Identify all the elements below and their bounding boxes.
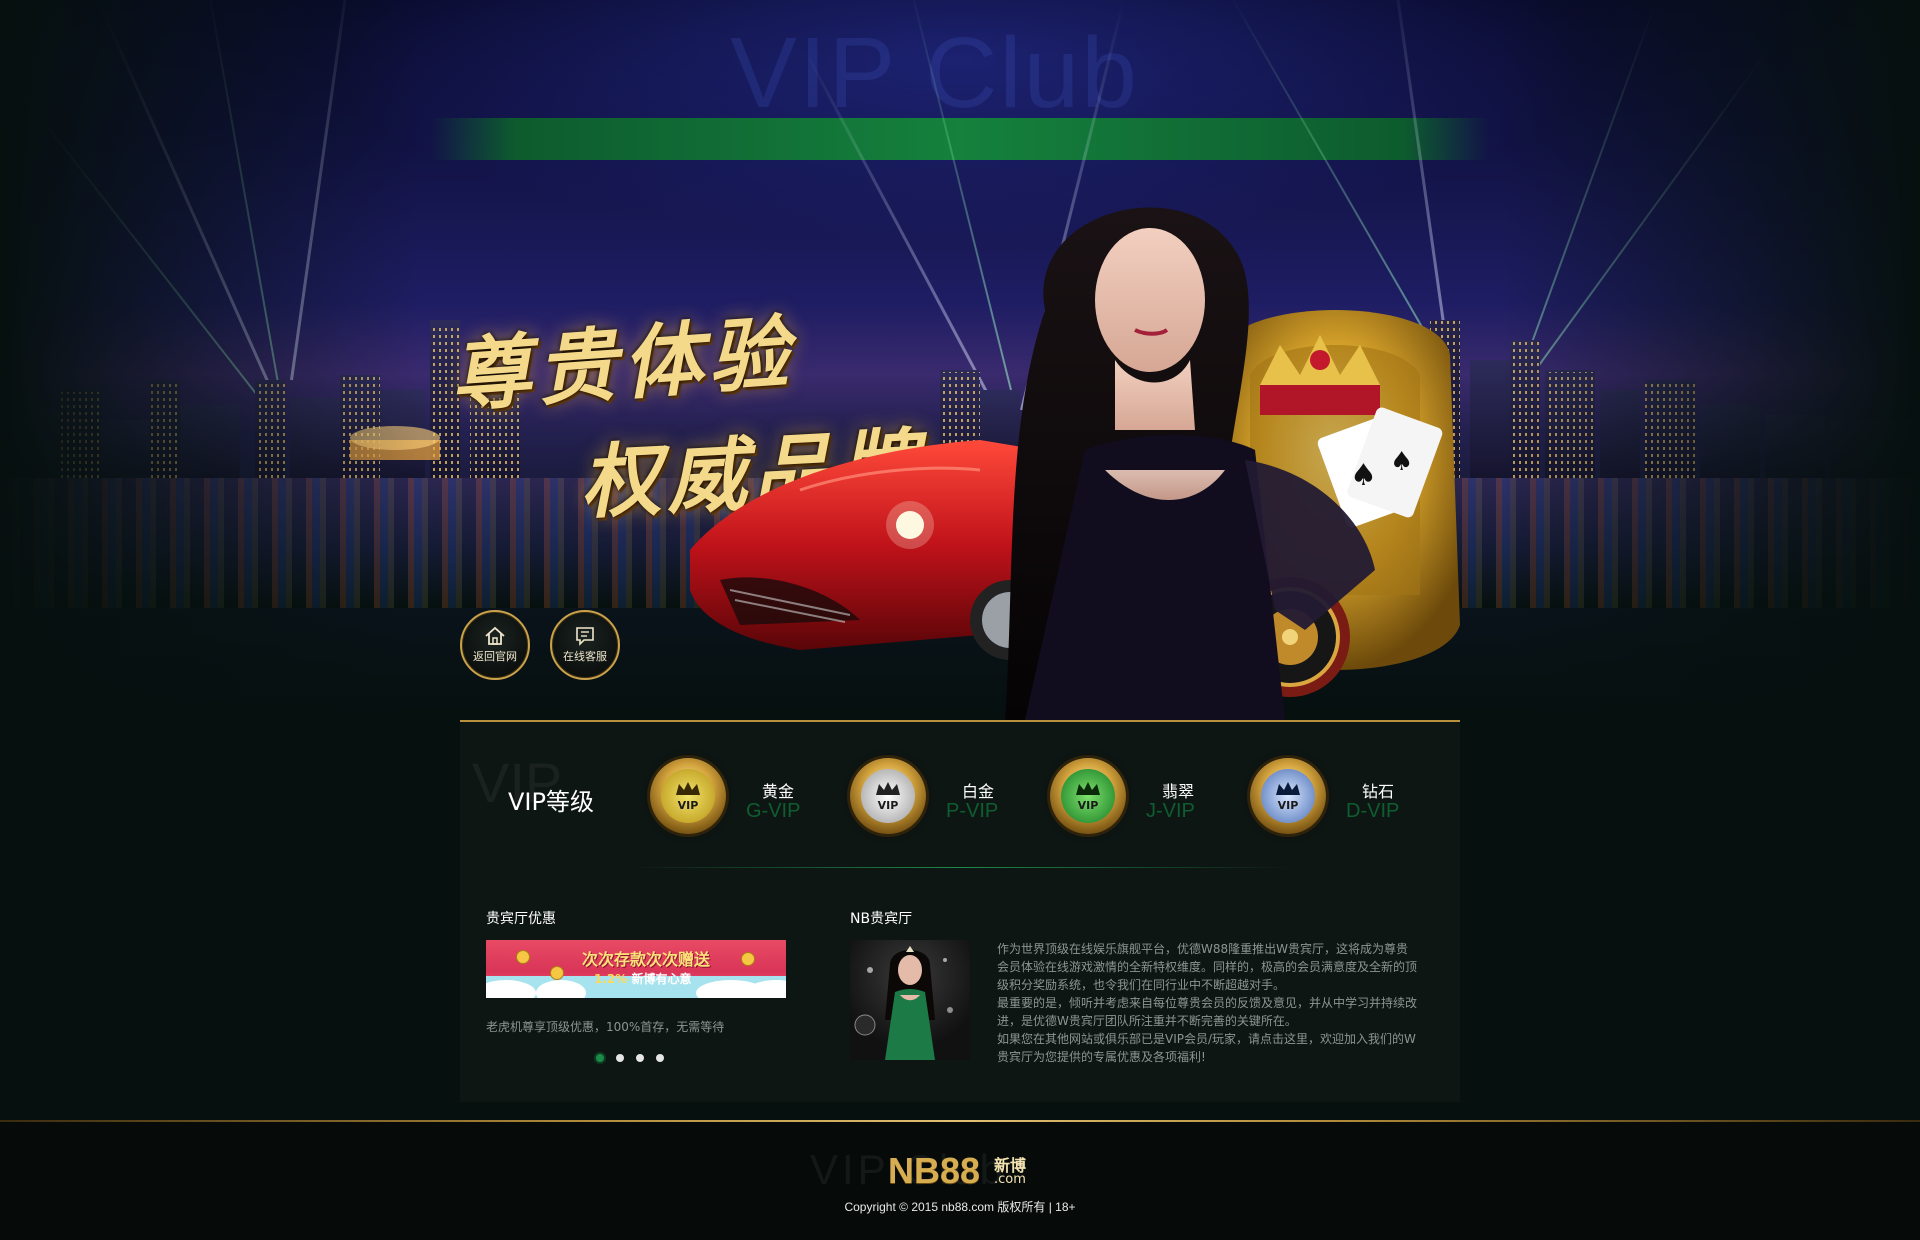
back-to-homepage-label: 返回官网 [473,650,517,663]
crown-icon [676,781,700,795]
tier-jade[interactable]: VIP 翡翠 J-VIP [1050,758,1210,842]
tier-diamond[interactable]: VIP 钻石 D-VIP [1250,758,1410,842]
promo-banner[interactable]: 次次存款次次赠送 1.2% 新博有心意 [486,940,786,998]
online-service-label: 在线客服 [563,650,607,663]
badge-vip-text: VIP [1077,798,1099,812]
footer: VIP Club NB88 新博 .com Copyright © 2015 n… [0,1122,1920,1240]
back-to-homepage-button[interactable]: 返回官网 [460,610,530,680]
jade-vip-badge: VIP [1050,758,1126,834]
tier-code: G-VIP [746,800,801,822]
promo-banner-headline: 次次存款次次赠送 [582,950,711,969]
carousel-dot-4[interactable] [656,1054,664,1062]
hall-photo [850,940,970,1060]
badge-vip-text: VIP [677,798,699,812]
tier-name: 钻石 [1362,782,1395,801]
tier-code: J-VIP [1146,800,1195,822]
promo-banner-rate: 1.2% [594,972,628,986]
model-in-green-dress-image [854,946,953,1060]
carousel-dot-2[interactable] [616,1054,624,1062]
vip-level-title: VIP等级 [508,788,594,816]
vip-panel: VIP VIP等级 VIP 黄金 G-VIP VIP 白金 P-VIP VIP [460,720,1460,1102]
gold-vip-badge: VIP [650,758,726,834]
platinum-vip-badge: VIP [850,758,926,834]
carousel-dots [596,1054,664,1062]
tier-code: D-VIP [1346,800,1400,822]
badge-vip-text: VIP [1277,798,1299,812]
tier-code: P-VIP [946,800,999,822]
carousel-dot-3[interactable] [636,1054,644,1062]
promo-banner-slogan: 新博有心意 [631,972,692,986]
chat-icon [576,627,594,646]
badge-vip-text: VIP [877,798,899,812]
hall-paragraph: 如果您在其他网站或俱乐部已是VIP会员/玩家，请点击这里，欢迎加入我们的W贵宾厅… [997,1032,1416,1064]
tier-name: 白金 [962,782,995,801]
tier-name: 翡翠 [1162,782,1195,801]
promo-caption: 老虎机尊享顶级优惠，100%首存，无需等待 [486,1020,725,1034]
hall-paragraph: 作为世界顶级在线娱乐旗舰平台，优德W88隆重推出W贵宾厅，这将成为尊贵会员体验在… [997,942,1418,992]
tier-gold[interactable]: VIP 黄金 G-VIP [650,758,810,842]
model-figure [1005,207,1375,720]
hall-paragraph: 最重要的是，倾听并考虑来自每位尊贵会员的反馈及意见，并从中学习并持续改进，是优德… [997,996,1418,1028]
home-icon [485,626,505,645]
promo-section-title: 贵宾厅优惠 [486,911,556,927]
hall-description: 作为世界顶级在线娱乐旗舰平台，优德W88隆重推出W贵宾厅，这将成为尊贵会员体验在… [997,940,1417,1066]
tier-name: 黄金 [762,782,795,801]
diamond-vip-badge: VIP [1250,758,1326,834]
promo-banner-subline: 1.2% 新博有心意 [594,970,691,987]
footer-logo-domain: .com [994,1172,1026,1187]
hero-banner: VIP Club 尊贵体验 权威品牌 ♠ ♠ 返回官网 在线客服 [0,0,1920,720]
online-service-button[interactable]: 在线客服 [550,610,620,680]
footer-logo[interactable]: NB88 [888,1150,980,1192]
copyright-text: Copyright © 2015 nb88.com 版权所有 | 18+ [844,1200,1076,1214]
hero-green-bar [430,118,1490,160]
crown-icon [876,781,900,795]
tier-platinum[interactable]: VIP 白金 P-VIP [850,758,1010,842]
carousel-dot-1[interactable] [596,1054,604,1062]
section-divider [630,867,1290,868]
hall-section-title: NB贵宾厅 [850,911,913,927]
crown-icon [1076,781,1100,795]
hero-watermark: VIP Club [730,17,1139,129]
crown-icon [1276,781,1300,795]
headline-line-1: 尊贵体验 [447,305,798,423]
